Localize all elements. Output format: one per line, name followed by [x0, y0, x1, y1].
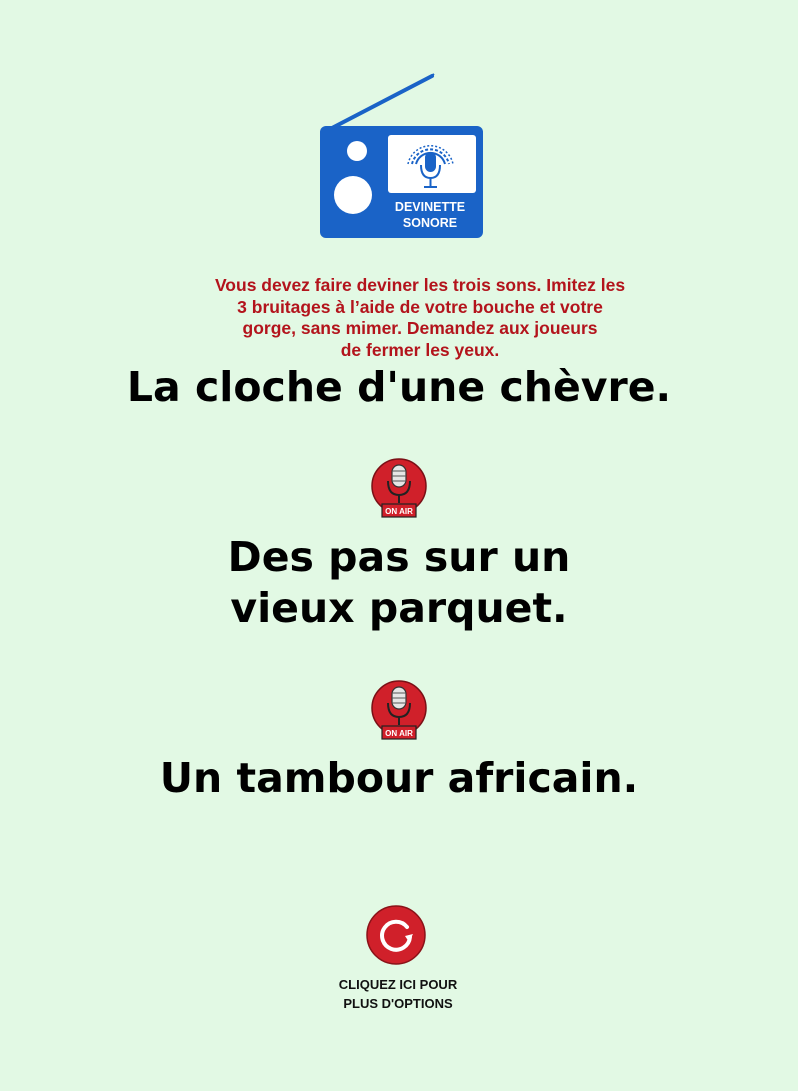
on-air-badge-1: ON AIR — [370, 457, 428, 521]
sound-1-text: La cloche d'une chèvre. — [126, 363, 672, 411]
more-options-button[interactable] — [365, 904, 427, 966]
radio-microphone-icon: DEVINETTE SONORE — [320, 73, 483, 238]
more-options-label[interactable]: CLIQUEZ ICI POUR PLUS D'OPTIONS — [298, 975, 498, 1013]
refresh-icon — [366, 905, 426, 965]
on-air-badge-2: ON AIR — [370, 679, 428, 743]
on-air-microphone-icon: ON AIR — [371, 458, 427, 518]
on-air-microphone-icon: ON AIR — [371, 680, 427, 740]
devinette-sonore-logo: DEVINETTE SONORE — [318, 70, 488, 242]
on-air-label-1: ON AIR — [385, 507, 413, 516]
on-air-label-2: ON AIR — [385, 729, 413, 738]
sound-3-text: Un tambour africain. — [159, 754, 639, 802]
sound-2-text: Des pas sur un vieux parquet. — [227, 533, 571, 632]
logo-text-line2: SONORE — [403, 216, 457, 230]
instructions-text: Vous devez faire deviner les trois sons.… — [214, 275, 626, 360]
logo-text-line1: DEVINETTE — [395, 200, 465, 214]
